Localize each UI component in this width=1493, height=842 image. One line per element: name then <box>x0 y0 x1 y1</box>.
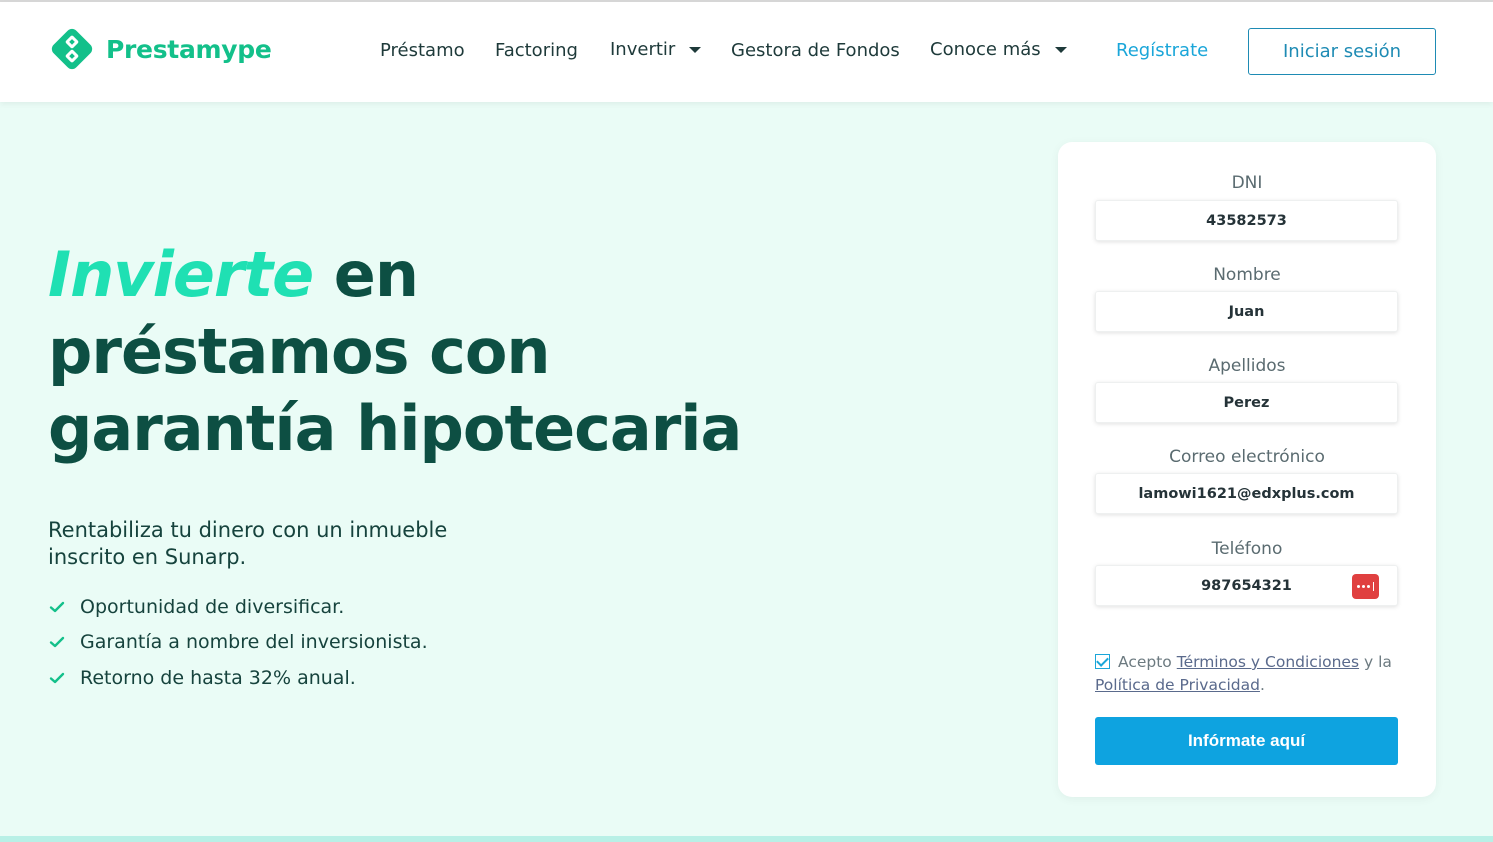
nav-item-label: Conoce más <box>930 39 1041 60</box>
check-icon <box>49 601 65 612</box>
nav-item-factoring[interactable]: Factoring <box>495 40 578 61</box>
benefit-item: Retorno de hasta 32% anual. <box>48 660 428 696</box>
nombre-field[interactable]: Juan <box>1095 291 1398 332</box>
hero-title-part: préstamos con <box>48 315 551 388</box>
brand-name: Prestamype <box>106 34 272 64</box>
nav-item-gestora-de-fondos[interactable]: Gestora de Fondos <box>731 40 900 61</box>
nav-item-label: Invertir <box>610 39 676 60</box>
apellidos-field[interactable]: Perez <box>1095 382 1398 423</box>
prestamype-logo-icon <box>51 28 93 70</box>
nav-item-label: Factoring <box>495 40 578 61</box>
nombre-label: Nombre <box>1213 265 1281 285</box>
telefono-value: 987654321 <box>1201 577 1292 594</box>
hero-title-part: garantía hipotecaria <box>48 392 742 465</box>
terms-suffix: . <box>1259 676 1265 694</box>
nav-item-conoce-mas[interactable]: Conoce más <box>930 39 1067 60</box>
site-header: Prestamype Préstamo Factoring Invertir G… <box>0 2 1493 102</box>
submit-button[interactable]: Infórmate aquí <box>1095 717 1398 765</box>
check-icon <box>49 637 65 648</box>
benefit-text: Garantía a nombre del inversionista. <box>80 631 428 654</box>
nav-item-invertir[interactable]: Invertir <box>610 39 702 60</box>
hero-title-accent: Invierte <box>48 238 314 311</box>
terms-link[interactable]: Términos y Condiciones <box>1177 653 1359 671</box>
chevron-down-icon <box>689 46 702 53</box>
privacy-link[interactable]: Política de Privacidad <box>1095 676 1260 694</box>
login-button[interactable]: Iniciar sesión <box>1248 28 1436 75</box>
telefono-field[interactable]: 987654321 <box>1095 565 1398 606</box>
email-label: Correo electrónico <box>1169 447 1325 467</box>
terms-consent: Acepto Términos y Condiciones y la Polít… <box>1095 651 1405 697</box>
benefit-item: Garantía a nombre del inversionista. <box>48 625 428 661</box>
bottom-strip <box>0 836 1493 842</box>
benefit-text: Oportunidad de diversificar. <box>80 595 345 618</box>
dni-field[interactable]: 43582573 <box>1095 200 1398 241</box>
benefit-item: Oportunidad de diversificar. <box>48 589 428 625</box>
dni-label: DNI <box>1231 173 1263 193</box>
telefono-label: Teléfono <box>1211 539 1283 559</box>
hero-title-part: en <box>313 238 419 311</box>
check-icon <box>49 672 65 683</box>
terms-checkbox[interactable] <box>1095 654 1110 669</box>
hero-title: Invierte en préstamos con garantía hipot… <box>48 236 868 467</box>
signup-form-card: DNI 43582573 Nombre Juan Apellidos Perez… <box>1058 142 1436 797</box>
email-field[interactable]: lamowi1621@edxplus.com <box>1095 473 1398 514</box>
nav-item-label: Gestora de Fondos <box>731 40 900 61</box>
hero-subtitle: Rentabiliza tu dinero con un inmueble in… <box>48 518 448 569</box>
password-manager-icon[interactable] <box>1352 574 1379 599</box>
nav-item-prestamo[interactable]: Préstamo <box>380 40 465 61</box>
benefit-text: Retorno de hasta 32% anual. <box>80 666 356 689</box>
chevron-down-icon <box>1054 46 1067 53</box>
apellidos-label: Apellidos <box>1208 356 1286 376</box>
benefits-list: Oportunidad de diversificar. Garantía a … <box>48 589 428 696</box>
register-link[interactable]: Regístrate <box>1116 40 1208 61</box>
terms-mid: y la <box>1363 653 1392 671</box>
terms-prefix: Acepto <box>1118 653 1172 671</box>
nav-item-label: Préstamo <box>380 40 465 61</box>
brand-logo[interactable]: Prestamype <box>48 25 272 73</box>
